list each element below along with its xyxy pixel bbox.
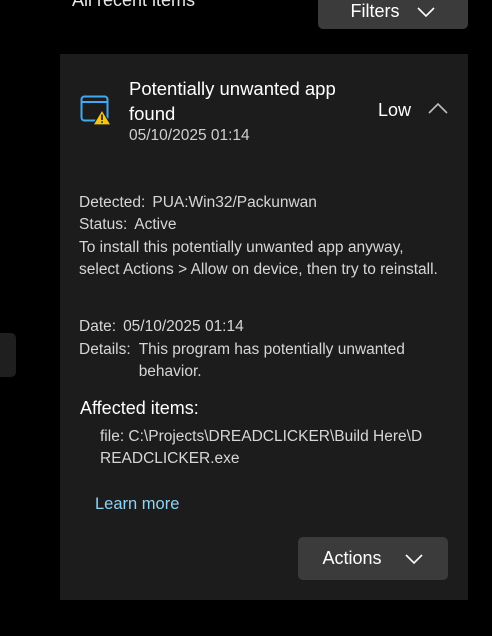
status-value: Active <box>134 216 177 233</box>
detected-label: Detected: <box>79 194 146 211</box>
status-row: Status: Active <box>79 214 176 236</box>
side-tab[interactable] <box>0 333 16 377</box>
filters-label: Filters <box>350 1 400 21</box>
recent-items-label: All recent items <box>72 0 196 10</box>
learn-more-link[interactable]: Learn more <box>95 495 179 514</box>
threat-title: Potentially unwanted app found <box>129 78 336 124</box>
actions-label: Actions <box>322 548 382 568</box>
status-label: Status: <box>79 216 128 233</box>
detected-value: PUA:Win32/Packunwan <box>152 194 317 211</box>
details-row: Details: This program has potentially un… <box>79 339 439 383</box>
threat-card: Potentially unwanted app found 05/10/202… <box>60 54 468 600</box>
severity-level: Low <box>378 100 412 120</box>
date-label: Date: <box>79 318 117 335</box>
app-window-warning-icon <box>80 95 112 126</box>
filters-button[interactable]: Filters <box>318 0 468 29</box>
detected-row: Detected: PUA:Win32/Packunwan <box>79 192 317 214</box>
date-value: 05/10/2025 01:14 <box>123 318 244 335</box>
protection-history-page: All recent items Filters Potentially unw… <box>0 0 492 636</box>
actions-button[interactable]: Actions <box>298 537 448 580</box>
details-label: Details: <box>79 341 131 358</box>
affected-file-path: file: C:\Projects\DREADCLICKER\Build Her… <box>100 428 423 467</box>
chevron-down-icon <box>416 6 435 17</box>
date-row: Date: 05/10/2025 01:14 <box>79 316 244 338</box>
instructions-text: To install this potentially unwanted app… <box>79 239 438 278</box>
chevron-down-icon <box>404 553 423 564</box>
chevron-up-icon[interactable] <box>427 101 449 115</box>
affected-items-title: Affected items: <box>80 398 199 418</box>
details-value: This program has potentially unwanted be… <box>138 341 405 380</box>
threat-timestamp: 05/10/2025 01:14 <box>129 127 250 144</box>
